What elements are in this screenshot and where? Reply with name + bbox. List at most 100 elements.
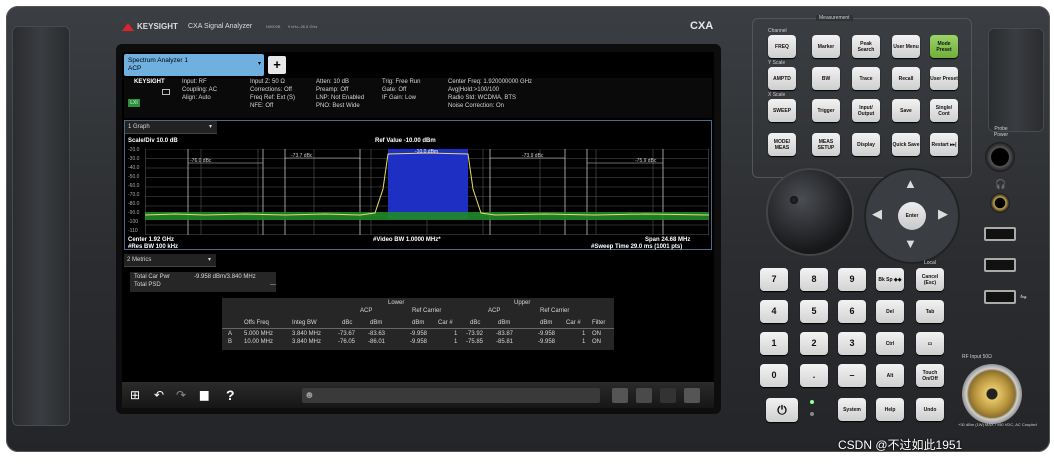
redo-icon[interactable]: ↷ (176, 387, 186, 403)
quick-save-key[interactable]: Quick Save (892, 133, 920, 156)
key-8[interactable]: 8 (800, 268, 828, 291)
freq-key[interactable]: FREQ (768, 35, 796, 58)
key-6[interactable]: 6 (838, 300, 866, 323)
key-9[interactable]: 9 (838, 268, 866, 291)
alt-key[interactable]: Alt (876, 364, 904, 387)
usb-port-1[interactable] (984, 227, 1016, 241)
setting-preamp[interactable]: Preamp: Off (316, 87, 348, 94)
arrow-right-icon[interactable]: ▶ (938, 206, 948, 222)
key-4[interactable]: 4 (760, 300, 788, 323)
setting-atten[interactable]: Atten: 10 dB (316, 79, 349, 86)
key-5[interactable]: 5 (800, 300, 828, 323)
probe-power-port[interactable] (985, 142, 1015, 172)
lxi-badge: LXI (128, 99, 140, 107)
arrow-left-icon[interactable]: ◀ (872, 206, 882, 222)
trigger-key[interactable]: Trigger (812, 99, 840, 122)
rf-input-connector[interactable] (962, 364, 1022, 424)
metrics-selector[interactable]: 2 Metrics ▾ (124, 254, 216, 267)
usb-port-2[interactable] (984, 258, 1016, 272)
marker-key[interactable]: Marker (812, 35, 840, 58)
key-2[interactable]: 2 (800, 332, 828, 355)
setting-corrections[interactable]: Corrections: Off (250, 87, 292, 94)
metrics-window[interactable]: 2 Metrics ▾ Total Car Pwr -9.958 dBm/3.8… (124, 252, 712, 380)
amptd-key[interactable]: AMPTD (768, 67, 796, 90)
setting-coupling[interactable]: Coupling: AC (182, 87, 217, 94)
display-key[interactable]: Display (852, 133, 880, 156)
touch-icon[interactable] (636, 388, 652, 403)
spectrum-plot[interactable] (145, 149, 709, 235)
sweep-time-label: #Sweep Time 29.0 ms (1001 pts) (591, 244, 683, 250)
setting-freq-ref[interactable]: Freq Ref: Ext (S) (250, 95, 295, 102)
arrow-down-icon[interactable]: ▼ (904, 236, 917, 251)
touch-on-off-key[interactable]: Touch On/Off (916, 364, 944, 387)
undo-key[interactable]: Undo (916, 398, 944, 421)
tab-key[interactable]: Tab (916, 300, 944, 323)
input-output-key[interactable]: Input/ Output (852, 99, 880, 122)
key-dot[interactable]: . (800, 364, 828, 387)
setting-nfe[interactable]: NFE: Off (250, 103, 273, 110)
system-key[interactable]: System (838, 398, 866, 421)
recall-key[interactable]: Recall (892, 67, 920, 90)
meas-setup-key[interactable]: MEAS SETUP (812, 133, 840, 156)
tab-dropdown-icon[interactable]: ▾ (258, 61, 261, 68)
undo-icon[interactable]: ↶ (154, 387, 164, 403)
windows-icon[interactable]: ⊞ (130, 387, 140, 403)
setting-gate[interactable]: Gate: Off (382, 87, 406, 94)
key-0[interactable]: 0 (760, 364, 788, 387)
single-cont-key[interactable]: Single/ Cont (930, 99, 958, 122)
save-key[interactable]: Save (892, 99, 920, 122)
setting-avg-hold[interactable]: Avg|Hold:>100/100 (448, 87, 499, 94)
headphone-jack[interactable] (990, 193, 1010, 213)
usb-port-3[interactable] (984, 290, 1016, 304)
keyboard-key[interactable]: ▭ (916, 332, 944, 355)
setting-noise-correction[interactable]: Noise Correction: On (448, 103, 504, 110)
rotary-knob[interactable] (768, 170, 852, 254)
mode-preset-key[interactable]: Mode Preset (930, 35, 958, 58)
enter-key[interactable]: Enter (898, 202, 926, 230)
help-icon[interactable]: ? (226, 387, 235, 403)
key-3[interactable]: 3 (838, 332, 866, 355)
restart-key[interactable]: Restart ▸▸| (930, 133, 958, 156)
message-bar[interactable]: ☻ (302, 388, 600, 403)
setting-align[interactable]: Align: Auto (182, 95, 211, 102)
add-tab-button[interactable]: + (268, 56, 286, 74)
folder-icon[interactable]: ▆ (200, 387, 208, 403)
y-tick: -50.0 (128, 174, 140, 180)
local-label: Local (924, 260, 936, 266)
setting-input-z[interactable]: Input Z: 50 Ω (250, 79, 285, 86)
user-preset-key[interactable]: User Preset (930, 67, 958, 90)
graph-window[interactable]: 1 Graph ▾ Scale/Div 10.0 dB Ref Value -1… (124, 120, 712, 250)
graph-dropdown-icon[interactable]: ▾ (209, 124, 212, 131)
trace-key[interactable]: Trace (852, 67, 880, 90)
setting-center-freq[interactable]: Center Freq: 1.920000000 GHz (448, 79, 532, 86)
metrics-dropdown-icon[interactable]: ▾ (208, 257, 211, 264)
help-key[interactable]: Help (876, 398, 904, 421)
mode-meas-key[interactable]: MODE/ MEAS (768, 133, 796, 156)
graph-selector[interactable]: 1 Graph ▾ (125, 121, 217, 134)
user-menu-key[interactable]: User Menu (892, 35, 920, 58)
app-grid-icon[interactable] (612, 388, 628, 403)
setting-pno[interactable]: PNO: Best Wide (316, 103, 360, 110)
setting-input[interactable]: Input: RF (182, 79, 207, 86)
fullscreen-icon[interactable] (684, 388, 700, 403)
key-minus[interactable]: – (838, 364, 866, 387)
setting-radio-std[interactable]: Radio Std: WCDMA, BTS (448, 95, 516, 102)
key-1[interactable]: 1 (760, 332, 788, 355)
peak-search-key[interactable]: Peak Search (852, 35, 880, 58)
del-key[interactable]: Del (876, 300, 904, 323)
setting-if-gain[interactable]: IF Gain: Low (382, 95, 416, 102)
sweep-key[interactable]: SWEEP (768, 99, 796, 122)
bw-key[interactable]: BW (812, 67, 840, 90)
tab-spectrum-analyzer[interactable]: Spectrum Analyzer 1 ACP ▾ (124, 54, 264, 76)
cancel-esc-key[interactable]: Cancel (Esc) (916, 268, 944, 291)
chat-icon[interactable]: ☻ (304, 388, 315, 403)
bksp-key[interactable]: Bk Sp ◆◆ (876, 268, 904, 291)
layout-icon[interactable] (660, 388, 676, 403)
y-tick: -100 (128, 219, 139, 225)
setting-lnp[interactable]: LNP: Not Enabled (316, 95, 364, 102)
key-7[interactable]: 7 (760, 268, 788, 291)
power-button[interactable]: ⏻ (766, 398, 798, 422)
setting-trig[interactable]: Trig: Free Run (382, 79, 420, 86)
ctrl-key[interactable]: Ctrl (876, 332, 904, 355)
arrow-up-icon[interactable]: ▲ (904, 176, 917, 191)
